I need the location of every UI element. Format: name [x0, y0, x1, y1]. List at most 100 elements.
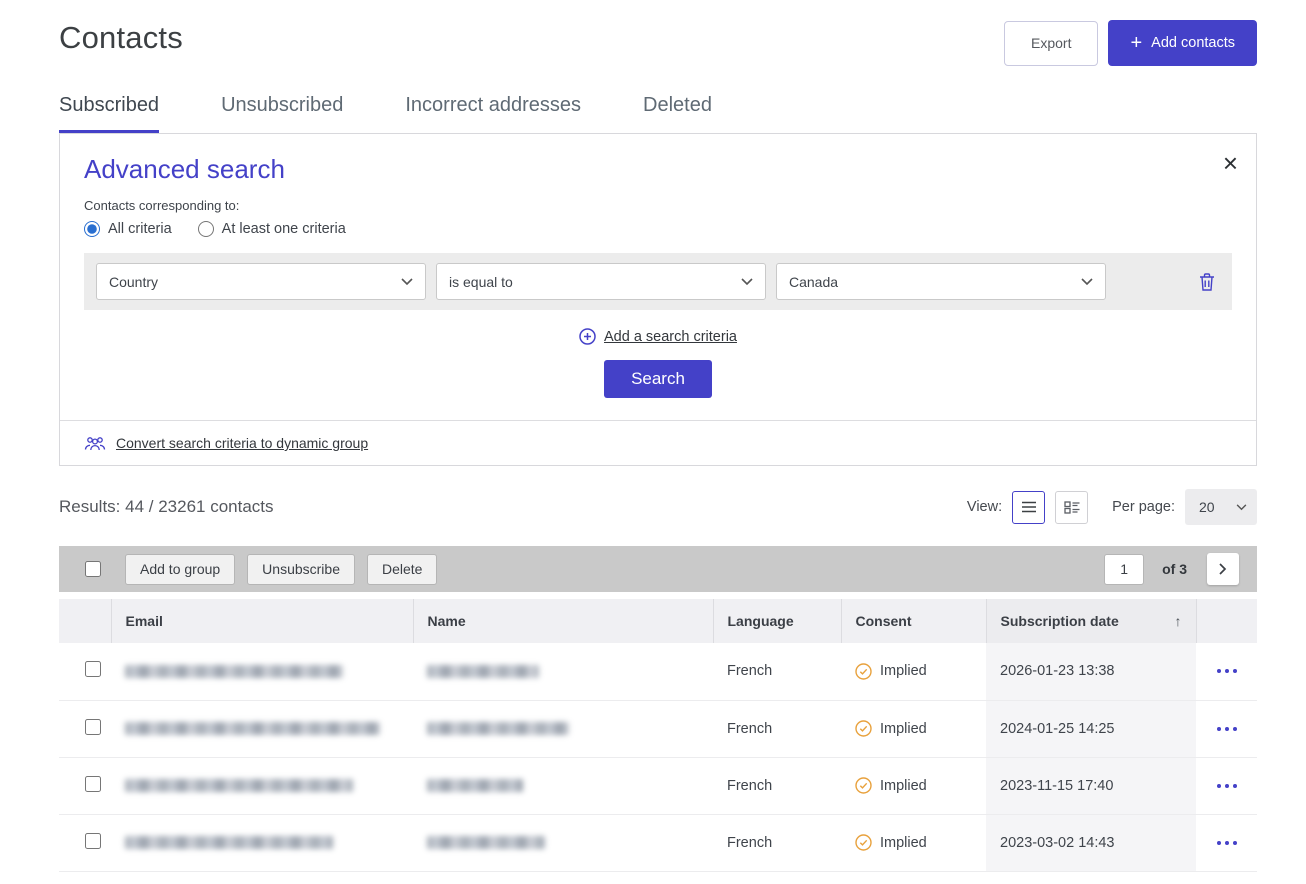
consent-cell: Implied — [855, 720, 972, 737]
card-view-icon — [1064, 501, 1080, 514]
view-label: View: — [967, 499, 1002, 515]
tab-incorrect-addresses[interactable]: Incorrect addresses — [405, 94, 581, 133]
select-all-checkbox[interactable] — [85, 561, 101, 577]
column-email[interactable]: Email — [111, 599, 413, 643]
column-consent[interactable]: Consent — [841, 599, 986, 643]
next-page-button[interactable] — [1207, 553, 1239, 585]
header-actions-cell — [1196, 599, 1257, 643]
redacted-name — [427, 836, 545, 849]
ellipsis-icon — [1216, 783, 1238, 789]
corresponding-label: Contacts corresponding to: — [84, 198, 1232, 213]
group-icon — [84, 436, 106, 451]
row-checkbox[interactable] — [85, 661, 101, 677]
add-contacts-label: Add contacts — [1151, 35, 1235, 51]
radio-all-criteria-input[interactable] — [84, 221, 100, 237]
tab-unsubscribed[interactable]: Unsubscribed — [221, 94, 343, 133]
criteria-mode-radios: All criteria At least one criteria — [84, 221, 1232, 237]
criteria-field-value: Country — [109, 274, 158, 290]
results-row: Results: 44 / 23261 contacts View: Per p… — [59, 489, 1257, 525]
consent-cell: Implied — [855, 663, 972, 680]
radio-at-least-one-label: At least one criteria — [222, 221, 346, 237]
table-row: French Implied 2026-01-23 13:38 — [59, 643, 1257, 700]
list-view-icon — [1021, 501, 1037, 513]
delete-criteria-button[interactable] — [1194, 268, 1220, 296]
language-cell: French — [713, 700, 841, 757]
ellipsis-icon — [1216, 668, 1238, 674]
contacts-tabs: Subscribed Unsubscribed Incorrect addres… — [59, 94, 1257, 133]
table-toolbar: Add to group Unsubscribe Delete of 3 — [59, 546, 1257, 592]
row-actions-button[interactable] — [1210, 720, 1244, 738]
column-subscription-date[interactable]: Subscription date ↑ — [986, 599, 1196, 643]
convert-to-dynamic-group-link[interactable]: Convert search criteria to dynamic group — [116, 435, 368, 451]
chevron-down-icon — [1236, 504, 1247, 511]
language-cell: French — [713, 757, 841, 814]
page-header: Contacts Export + Add contacts — [59, 0, 1257, 66]
add-contacts-button[interactable]: + Add contacts — [1108, 20, 1257, 66]
chevron-down-icon — [741, 278, 753, 286]
consent-check-icon — [855, 777, 872, 794]
page-number-input[interactable] — [1104, 554, 1144, 585]
contacts-table: Add to group Unsubscribe Delete of 3 Ema… — [59, 546, 1257, 872]
criteria-field-select[interactable]: Country — [96, 263, 426, 300]
card-view-button[interactable] — [1055, 491, 1088, 524]
consent-check-icon — [855, 720, 872, 737]
tab-subscribed[interactable]: Subscribed — [59, 94, 159, 133]
add-to-group-button[interactable]: Add to group — [125, 554, 235, 585]
consent-cell: Implied — [855, 777, 972, 794]
row-checkbox[interactable] — [85, 719, 101, 735]
delete-button[interactable]: Delete — [367, 554, 437, 585]
ellipsis-icon — [1216, 726, 1238, 732]
column-name[interactable]: Name — [413, 599, 713, 643]
redacted-email — [125, 836, 333, 849]
radio-at-least-one[interactable]: At least one criteria — [198, 221, 346, 237]
redacted-email — [125, 665, 343, 678]
page-title: Contacts — [59, 20, 183, 56]
row-checkbox[interactable] — [85, 833, 101, 849]
results-count: Results: 44 / 23261 contacts — [59, 497, 274, 517]
panel-footer: Convert search criteria to dynamic group — [60, 420, 1256, 465]
criteria-row: Country is equal to Canada — [84, 253, 1232, 310]
sort-ascending-icon[interactable]: ↑ — [1175, 613, 1182, 629]
add-criteria-link[interactable]: Add a search criteria — [604, 329, 737, 345]
table-row: French Implied 2023-03-02 14:43 — [59, 814, 1257, 871]
row-actions-button[interactable] — [1210, 834, 1244, 852]
export-button[interactable]: Export — [1004, 21, 1098, 66]
radio-at-least-one-input[interactable] — [198, 221, 214, 237]
per-page-select[interactable]: 20 — [1185, 489, 1257, 525]
table-row: French Implied 2023-11-15 17:40 — [59, 757, 1257, 814]
header-checkbox-cell — [59, 599, 111, 643]
redacted-name — [427, 779, 523, 792]
row-actions-button[interactable] — [1210, 662, 1244, 680]
subscription-date-cell: 2024-01-25 14:25 — [986, 700, 1196, 757]
column-language[interactable]: Language — [713, 599, 841, 643]
criteria-operator-value: is equal to — [449, 274, 513, 290]
trash-icon — [1198, 272, 1216, 292]
consent-check-icon — [855, 834, 872, 851]
criteria-operator-select[interactable]: is equal to — [436, 263, 766, 300]
subscription-date-cell: 2026-01-23 13:38 — [986, 643, 1196, 700]
subscription-date-cell: 2023-11-15 17:40 — [986, 757, 1196, 814]
contacts-data-table: Email Name Language Consent Subscription… — [59, 599, 1257, 872]
redacted-name — [427, 665, 539, 678]
language-cell: French — [713, 643, 841, 700]
close-icon[interactable]: × — [1223, 150, 1238, 176]
per-page-value: 20 — [1199, 499, 1215, 515]
chevron-down-icon — [1081, 278, 1093, 286]
search-button[interactable]: Search — [604, 360, 712, 398]
add-criteria-row: Add a search criteria — [84, 328, 1232, 345]
criteria-value-select[interactable]: Canada — [776, 263, 1106, 300]
tab-deleted[interactable]: Deleted — [643, 94, 712, 133]
list-view-button[interactable] — [1012, 491, 1045, 524]
page-count-label: of 3 — [1162, 561, 1187, 577]
consent-check-icon — [855, 663, 872, 680]
row-actions-button[interactable] — [1210, 777, 1244, 795]
redacted-email — [125, 779, 353, 792]
advanced-search-title: Advanced search — [84, 154, 1232, 185]
radio-all-criteria[interactable]: All criteria — [84, 221, 172, 237]
row-checkbox[interactable] — [85, 776, 101, 792]
criteria-value-value: Canada — [789, 274, 838, 290]
chevron-down-icon — [401, 278, 413, 286]
table-row: French Implied 2024-01-25 14:25 — [59, 700, 1257, 757]
unsubscribe-button[interactable]: Unsubscribe — [247, 554, 355, 585]
plus-icon: + — [1130, 33, 1142, 53]
